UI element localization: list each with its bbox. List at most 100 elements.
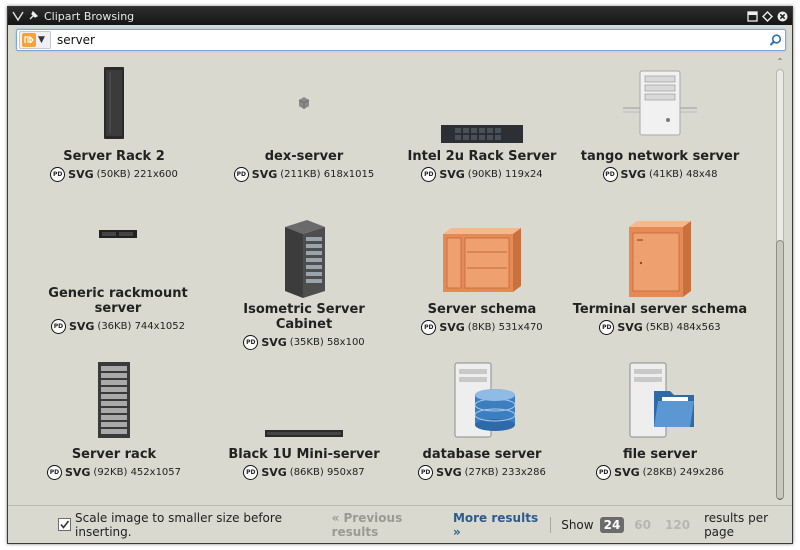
result-name[interactable]: file server: [570, 447, 750, 462]
result-format: SVG: [436, 466, 462, 479]
per-page-suffix: results per page: [704, 510, 769, 539]
result-size: (92KB): [93, 467, 128, 478]
result-thumbnail[interactable]: [390, 214, 574, 304]
public-domain-icon: PD: [596, 465, 612, 480]
result-thumbnail[interactable]: [212, 214, 396, 304]
result-meta: PD SVG (5KB) 484x563: [599, 320, 721, 335]
result-meta: PD SVG (27KB) 233x286: [418, 465, 546, 480]
vertical-scrollbar[interactable]: ⌃ ⌄: [774, 57, 786, 503]
result-server-rack-2[interactable]: Server Rack 2 PD SVG (50KB) 221x600: [22, 61, 206, 201]
result-thumbnail[interactable]: [22, 61, 206, 145]
public-domain-icon: PD: [421, 320, 437, 335]
result-dimensions: 618x1015: [323, 169, 375, 180]
app-menu-icon[interactable]: [12, 10, 24, 22]
results-area: Server Rack 2 PD SVG (50KB) 221x600 dex-…: [12, 57, 772, 501]
scroll-up-icon[interactable]: ⌃: [774, 57, 786, 67]
result-meta: PD SVG (50KB) 221x600: [50, 167, 178, 182]
scale-checkbox-label[interactable]: Scale image to smaller size before inser…: [75, 511, 316, 539]
restore-icon[interactable]: [746, 10, 758, 22]
result-file-server[interactable]: file server PD SVG (28KB) 249x286: [568, 359, 752, 499]
titlebar[interactable]: Clipart Browsing: [8, 7, 792, 25]
result-dimensions: 58x100: [326, 337, 365, 348]
result-size: (8KB): [467, 322, 496, 333]
result-server-rack[interactable]: Server rack PD SVG (92KB) 452x1057: [22, 359, 206, 499]
result-thumbnail[interactable]: [212, 359, 396, 441]
result-name[interactable]: Isometric Server Cabinet: [214, 302, 394, 332]
result-dimensions: 233x286: [501, 467, 546, 478]
result-dimensions: 221x600: [133, 169, 178, 180]
result-meta: PD SVG (86KB) 950x87: [243, 465, 365, 480]
result-dex-server[interactable]: dex-server PD SVG (211KB) 618x1015: [212, 61, 396, 201]
more-results-link[interactable]: More results »: [453, 511, 540, 539]
result-format: SVG: [439, 168, 465, 181]
result-meta: PD SVG (90KB) 119x24: [421, 167, 543, 182]
result-meta: PD SVG (35KB) 58x100: [243, 335, 365, 350]
result-name[interactable]: tango network server: [570, 149, 750, 164]
result-size: (36KB): [97, 321, 132, 332]
pin-icon[interactable]: [27, 10, 39, 22]
result-size: (211KB): [280, 169, 321, 180]
result-generic-rackmount-server[interactable]: Generic rackmount server PD SVG (36KB) 7…: [26, 214, 210, 354]
result-name[interactable]: Server rack: [24, 447, 204, 462]
result-size: (41KB): [648, 169, 683, 180]
scroll-down-icon[interactable]: ⌄: [774, 493, 786, 503]
search-input[interactable]: [51, 33, 765, 47]
result-thumbnail[interactable]: [568, 61, 752, 145]
result-database-server[interactable]: database server PD SVG (27KB) 233x286: [390, 359, 574, 499]
result-format: SVG: [617, 321, 643, 334]
result-size: (50KB): [96, 169, 131, 180]
maximize-icon[interactable]: [761, 10, 773, 22]
result-dimensions: 531x470: [498, 322, 543, 333]
openclipart-icon: [22, 33, 36, 47]
result-thumbnail[interactable]: [212, 61, 396, 145]
public-domain-icon: PD: [233, 167, 249, 182]
result-size: (90KB): [467, 169, 502, 180]
result-name[interactable]: database server: [392, 447, 572, 462]
result-name[interactable]: Terminal server schema: [570, 302, 750, 317]
close-icon[interactable]: [776, 10, 788, 22]
result-name[interactable]: Black 1U Mini-server: [214, 447, 394, 462]
result-thumbnail[interactable]: [22, 359, 206, 441]
result-name[interactable]: Generic rackmount server: [28, 286, 208, 316]
result-thumbnail[interactable]: [568, 214, 752, 304]
result-format: SVG: [64, 466, 91, 479]
public-domain-icon: PD: [418, 465, 434, 480]
public-domain-icon: PD: [599, 320, 615, 335]
search-icon[interactable]: [765, 31, 785, 49]
result-tango-network-server[interactable]: tango network server PD SVG (41KB) 48x48: [568, 61, 752, 201]
per-page-60[interactable]: 60: [630, 517, 655, 533]
result-name[interactable]: Server schema: [392, 302, 572, 317]
result-thumbnail[interactable]: [390, 359, 574, 441]
per-page-24[interactable]: 24: [599, 516, 625, 533]
result-thumbnail[interactable]: [390, 61, 574, 145]
result-dimensions: 484x563: [676, 322, 721, 333]
public-domain-icon: PD: [243, 465, 259, 480]
per-page-120[interactable]: 120: [661, 517, 694, 533]
result-terminal-server-schema[interactable]: Terminal server schema PD SVG (5KB) 484x…: [568, 214, 752, 354]
result-dimensions: 119x24: [504, 169, 543, 180]
result-name[interactable]: dex-server: [214, 149, 394, 164]
scroll-thumb[interactable]: [776, 240, 784, 500]
result-intel-2u-rack-server[interactable]: Intel 2u Rack Server PD SVG (90KB) 119x2…: [390, 61, 574, 201]
scroll-track[interactable]: [776, 69, 784, 500]
result-format: SVG: [68, 320, 95, 333]
footer-bar: Scale image to smaller size before inser…: [8, 505, 792, 543]
result-black-1u-mini-server[interactable]: Black 1U Mini-server PD SVG (86KB) 950x8…: [212, 359, 396, 499]
result-thumbnail[interactable]: [568, 359, 752, 441]
previous-results-link[interactable]: « Previous results: [332, 511, 441, 539]
result-name[interactable]: Server Rack 2: [24, 149, 204, 164]
result-meta: PD SVG (8KB) 531x470: [421, 320, 543, 335]
result-name[interactable]: Intel 2u Rack Server: [392, 149, 572, 164]
scale-checkbox[interactable]: [58, 518, 71, 531]
result-meta: PD SVG (92KB) 452x1057: [46, 465, 181, 480]
search-engine-dropdown[interactable]: ▼: [19, 31, 51, 49]
result-isometric-server-cabinet[interactable]: Isometric Server Cabinet PD SVG (35KB) 5…: [212, 214, 396, 354]
public-domain-icon: PD: [50, 319, 66, 334]
result-server-schema[interactable]: Server schema PD SVG (8KB) 531x470: [390, 214, 574, 354]
result-format: SVG: [439, 321, 465, 334]
result-meta: PD SVG (28KB) 249x286: [596, 465, 724, 480]
result-dimensions: 249x286: [679, 467, 724, 478]
result-format: SVG: [261, 466, 287, 479]
show-label: Show: [561, 517, 594, 532]
results-grid: Server Rack 2 PD SVG (50KB) 221x600 dex-…: [12, 57, 772, 501]
